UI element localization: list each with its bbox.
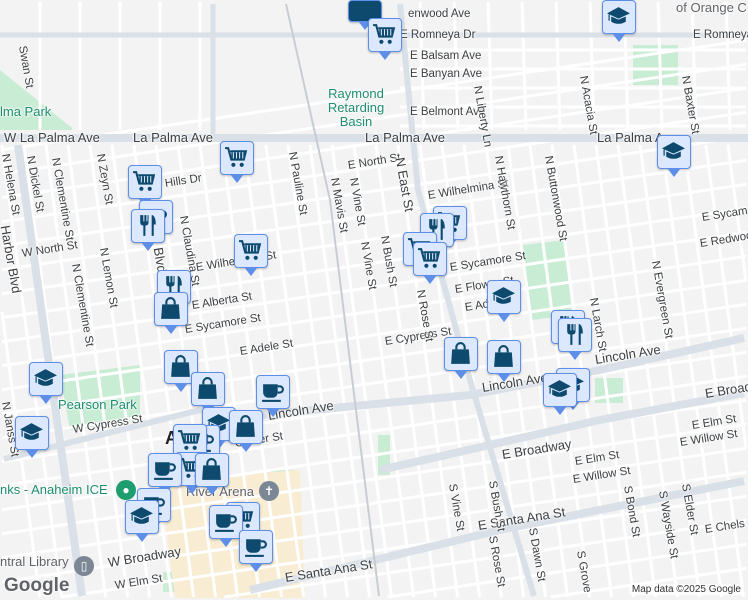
shopping-bag-icon <box>168 354 193 379</box>
cart-icon <box>238 238 263 263</box>
park-label: Basin <box>339 114 373 129</box>
shopping-bag-icon <box>195 376 220 401</box>
graduation-cap-icon <box>606 4 631 29</box>
map-marker-shopping[interactable] <box>154 292 188 334</box>
street-label: La Palma Ave <box>133 130 213 145</box>
fork-knife-icon <box>562 322 587 347</box>
map-marker-grocery[interactable] <box>220 141 254 183</box>
google-logo: Google <box>4 575 70 596</box>
map-marker-school[interactable] <box>543 373 577 415</box>
map-marker-school[interactable] <box>487 280 521 322</box>
map-marker-shopping[interactable] <box>191 372 225 414</box>
map-marker-shopping[interactable] <box>487 340 521 382</box>
map-marker-school[interactable] <box>657 135 691 177</box>
graduation-cap-icon <box>129 504 154 529</box>
poi-label-library[interactable]: ntral Library <box>0 554 69 569</box>
map-marker-shopping[interactable] <box>229 410 263 452</box>
map-attribution[interactable]: Map data ©2025 Google <box>628 584 744 595</box>
map-marker-school[interactable] <box>15 416 49 458</box>
graduation-cap-icon <box>33 366 58 391</box>
graduation-cap-icon <box>491 284 516 309</box>
coffee-cup-icon <box>260 379 285 404</box>
library-book-icon[interactable]: ▯ <box>74 556 94 576</box>
street-label: E Balsam Ave <box>410 50 482 62</box>
map-marker-coffee[interactable] <box>239 530 273 572</box>
cart-icon <box>224 145 249 170</box>
shopping-bag-icon <box>491 344 516 369</box>
map-marker-grocery[interactable] <box>413 242 447 284</box>
graduation-cap-icon <box>547 377 572 402</box>
coffee-cup-icon <box>152 457 177 482</box>
ice-rink-pin-icon[interactable]: ● <box>116 480 136 500</box>
map-marker-grocery[interactable] <box>234 234 268 276</box>
park-label: Retarding <box>327 100 385 115</box>
cart-icon <box>132 169 157 194</box>
cart-icon <box>177 428 202 453</box>
city-label: of Orange C <box>676 0 747 15</box>
street-label: enwood Ave <box>408 8 471 20</box>
cart-icon <box>417 246 442 271</box>
street-label: E Romneya Dr <box>400 29 476 41</box>
park-label: Raymond <box>328 86 384 101</box>
fork-knife-icon <box>135 213 160 238</box>
map-marker-restaurant[interactable] <box>558 318 592 360</box>
street-label: E Romneya <box>693 29 748 41</box>
street-label: E Banyan Ave <box>410 68 483 80</box>
poi-label-ice-rink[interactable]: nks - Anaheim ICE <box>0 482 108 497</box>
shopping-bag-icon <box>448 341 473 366</box>
map-marker-coffee[interactable] <box>209 505 243 547</box>
graduation-cap-icon <box>19 420 44 445</box>
map-marker-coffee[interactable] <box>148 453 182 495</box>
street-label: La Palma Ave <box>365 130 445 145</box>
street-label: W La Palma Ave <box>4 130 100 145</box>
graduation-cap-icon <box>661 139 686 164</box>
coffee-cup-icon <box>243 534 268 559</box>
shopping-bag-icon <box>233 414 258 439</box>
map-marker-restaurant[interactable] <box>131 209 165 251</box>
map-marker-school[interactable] <box>125 500 159 542</box>
coffee-cup-icon <box>213 509 238 534</box>
map-marker-shopping[interactable] <box>195 453 229 495</box>
map-marker-coffee[interactable] <box>256 375 290 417</box>
park-label: Pearson Park <box>58 397 137 412</box>
shopping-bag-icon <box>158 296 183 321</box>
street-label: La Palma A <box>597 130 664 145</box>
church-cross-icon[interactable]: ✝ <box>259 481 279 501</box>
map-marker-school[interactable] <box>29 362 63 404</box>
shopping-bag-icon <box>199 457 224 482</box>
park-label: lma Park <box>0 104 52 119</box>
cart-icon <box>372 22 397 47</box>
map-marker-grocery[interactable] <box>128 165 162 207</box>
map-marker-school[interactable] <box>602 0 636 42</box>
map-marker-grocery[interactable] <box>368 18 402 60</box>
map-marker-shopping[interactable] <box>444 337 478 379</box>
